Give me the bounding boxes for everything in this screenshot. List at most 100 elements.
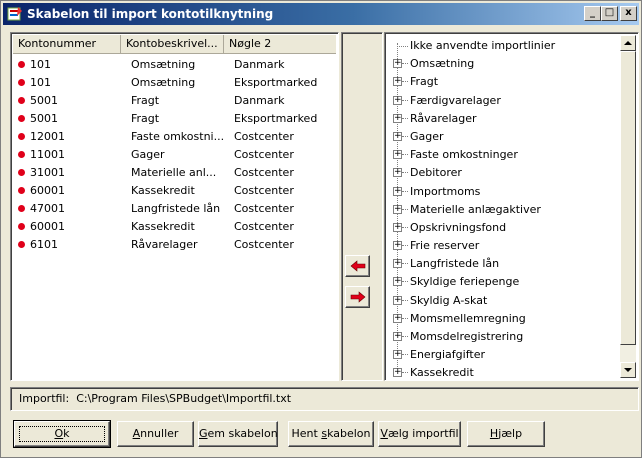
expand-plus-icon[interactable]: + bbox=[393, 241, 402, 251]
expand-plus-icon[interactable]: + bbox=[393, 113, 402, 123]
tree-item[interactable]: + Momsmellemregning bbox=[387, 310, 619, 328]
minimize-button[interactable]: _ bbox=[584, 6, 601, 21]
table-row[interactable]: 60001 Kassekredit Costcenter bbox=[13, 182, 336, 200]
tree-item[interactable]: + Fragt bbox=[387, 73, 619, 91]
tree-item-label: Skyldige feriepenge bbox=[410, 275, 520, 289]
expand-plus-icon[interactable]: + bbox=[393, 186, 402, 196]
account-number-cell: 11001 bbox=[30, 148, 65, 161]
tree-branch-line bbox=[402, 208, 408, 210]
tree-item[interactable]: + Kassekredit bbox=[387, 364, 619, 382]
table-row[interactable]: 47001 Langfristede lån Costcenter bbox=[13, 200, 336, 218]
tree-item-label: Skyldig A-skat bbox=[410, 293, 488, 307]
load-template-button[interactable]: Hent skabelon bbox=[288, 421, 374, 447]
scroll-up-button[interactable] bbox=[620, 35, 636, 51]
table-row[interactable]: 60001 Kassekredit Costcenter bbox=[13, 218, 336, 236]
expand-plus-icon[interactable]: + bbox=[393, 150, 402, 160]
tree-item[interactable]: + Debitorer bbox=[387, 164, 619, 182]
tree-item[interactable]: + Råvarelager bbox=[387, 110, 619, 128]
tree-item-label: Debitorer bbox=[410, 166, 462, 180]
tree-item[interactable]: + Materielle anlægaktiver bbox=[387, 201, 619, 219]
account-rows: 101 Omsætning Danmark 101 Omsætning Eksportma… bbox=[13, 56, 336, 254]
status-dot-icon bbox=[18, 223, 25, 230]
status-dot-icon bbox=[18, 169, 25, 176]
cancel-button[interactable]: Annuller bbox=[117, 421, 194, 447]
tree-item[interactable]: + Opskrivningsfond bbox=[387, 219, 619, 237]
column-header-account-number[interactable]: Kontonummer bbox=[13, 35, 121, 54]
import-file-label: Importfil: bbox=[19, 392, 70, 405]
tree-item[interactable]: + Importmoms bbox=[387, 183, 619, 201]
tree-item[interactable]: + Omsætning bbox=[387, 55, 619, 73]
tree-item[interactable]: + Langfristede lån bbox=[387, 255, 619, 273]
expand-plus-icon[interactable]: + bbox=[393, 368, 402, 378]
move-right-button[interactable] bbox=[345, 286, 370, 308]
maximize-button[interactable]: □ bbox=[601, 6, 618, 21]
expand-plus-icon[interactable]: + bbox=[393, 222, 402, 232]
table-row[interactable]: 11001 Gager Costcenter bbox=[13, 146, 336, 164]
tree-item[interactable]: + Momsdelregistrering bbox=[387, 328, 619, 346]
table-row[interactable]: 31001 Materielle anl... Costcenter bbox=[13, 164, 336, 182]
expand-plus-icon[interactable]: + bbox=[393, 277, 402, 287]
tree-item-label: Fragt bbox=[410, 75, 439, 89]
import-lines-tree[interactable]: Ikke anvendte importlinier + Omsætning + Fr… bbox=[384, 32, 639, 381]
title-bar[interactable]: Skabelon til import kontotilknytning _ □… bbox=[3, 3, 639, 25]
expand-plus-icon[interactable]: + bbox=[393, 204, 402, 214]
tree-item-label: Frie reserver bbox=[410, 239, 480, 253]
tree-branch-line bbox=[402, 354, 408, 356]
tree-scrollbar[interactable] bbox=[620, 35, 636, 378]
tree-branch-line bbox=[402, 154, 408, 156]
table-row[interactable]: 101 Omsætning Danmark bbox=[13, 56, 336, 74]
tree-item[interactable]: + Faste omkostninger bbox=[387, 146, 619, 164]
tree-item[interactable]: + Frie reserver bbox=[387, 237, 619, 255]
tree-item[interactable]: + Færdigvarelager bbox=[387, 92, 619, 110]
accounts-list[interactable]: Kontonummer Kontobeskrivel... Nøgle 2 10… bbox=[10, 32, 339, 381]
account-description-cell: Langfristede lån bbox=[131, 202, 221, 215]
account-description-cell: Omsætning bbox=[131, 76, 196, 89]
tree-item-label: Langfristede lån bbox=[410, 257, 500, 271]
table-row[interactable]: 6101 Råvarelager Costcenter bbox=[13, 236, 336, 254]
tree-item[interactable]: + Energiafgifter bbox=[387, 346, 619, 364]
expand-plus-icon[interactable]: + bbox=[393, 332, 402, 341]
table-row[interactable]: 5001 Fragt Eksportmarked bbox=[13, 110, 336, 128]
status-dot-icon bbox=[18, 205, 25, 212]
scroll-thumb[interactable] bbox=[620, 51, 636, 345]
expand-plus-icon[interactable]: + bbox=[393, 131, 402, 141]
help-button[interactable]: Hjælp bbox=[467, 421, 545, 447]
tree-branch-line bbox=[402, 299, 408, 301]
move-left-button[interactable] bbox=[345, 255, 370, 277]
expand-plus-icon[interactable]: + bbox=[393, 95, 402, 105]
key2-cell: Costcenter bbox=[234, 184, 294, 197]
column-header-key2[interactable]: Nøgle 2 bbox=[224, 35, 336, 54]
tree-branch-line bbox=[402, 99, 408, 101]
expand-plus-icon[interactable]: + bbox=[393, 295, 402, 305]
tree-branch-line bbox=[402, 190, 408, 192]
select-import-file-button[interactable]: Vælg importfil bbox=[378, 421, 461, 447]
account-description-cell: Materielle anl... bbox=[131, 166, 217, 179]
account-description-cell: Omsætning bbox=[131, 58, 196, 71]
table-row[interactable]: 12001 Faste omkostni... Costcenter bbox=[13, 128, 336, 146]
tree-item[interactable]: + Skyldig A-skat bbox=[387, 292, 619, 310]
import-file-status: Importfil: C:\Program Files\SPBudget\Imp… bbox=[10, 387, 639, 411]
close-button[interactable]: x bbox=[620, 6, 637, 21]
status-dot-icon bbox=[18, 241, 25, 248]
expand-plus-icon[interactable]: + bbox=[393, 313, 402, 323]
table-row[interactable]: 101 Omsætning Eksportmarked bbox=[13, 74, 336, 92]
expand-plus-icon[interactable]: + bbox=[393, 350, 402, 360]
expand-plus-icon[interactable]: + bbox=[393, 259, 402, 269]
tree-root-item[interactable]: Ikke anvendte importlinier bbox=[387, 37, 619, 55]
tree-item[interactable]: + Gager bbox=[387, 128, 619, 146]
scroll-down-button[interactable] bbox=[620, 362, 636, 378]
account-description-cell: Råvarelager bbox=[131, 238, 198, 251]
key2-cell: Costcenter bbox=[234, 238, 294, 251]
ok-button[interactable]: Ok bbox=[13, 420, 111, 448]
table-row[interactable]: 5001 Fragt Danmark bbox=[13, 92, 336, 110]
account-number-cell: 101 bbox=[30, 76, 51, 89]
expand-plus-icon[interactable]: + bbox=[393, 168, 402, 178]
expand-plus-icon[interactable]: + bbox=[393, 59, 402, 69]
account-number-cell: 101 bbox=[30, 58, 51, 71]
account-number-cell: 6101 bbox=[30, 238, 58, 251]
tree-item[interactable]: + Skyldige feriepenge bbox=[387, 273, 619, 291]
expand-plus-icon[interactable]: + bbox=[393, 77, 402, 87]
save-template-button[interactable]: Gem skabelon bbox=[198, 421, 278, 447]
status-dot-icon bbox=[18, 133, 25, 140]
column-header-account-description[interactable]: Kontobeskrivel... bbox=[121, 35, 224, 54]
